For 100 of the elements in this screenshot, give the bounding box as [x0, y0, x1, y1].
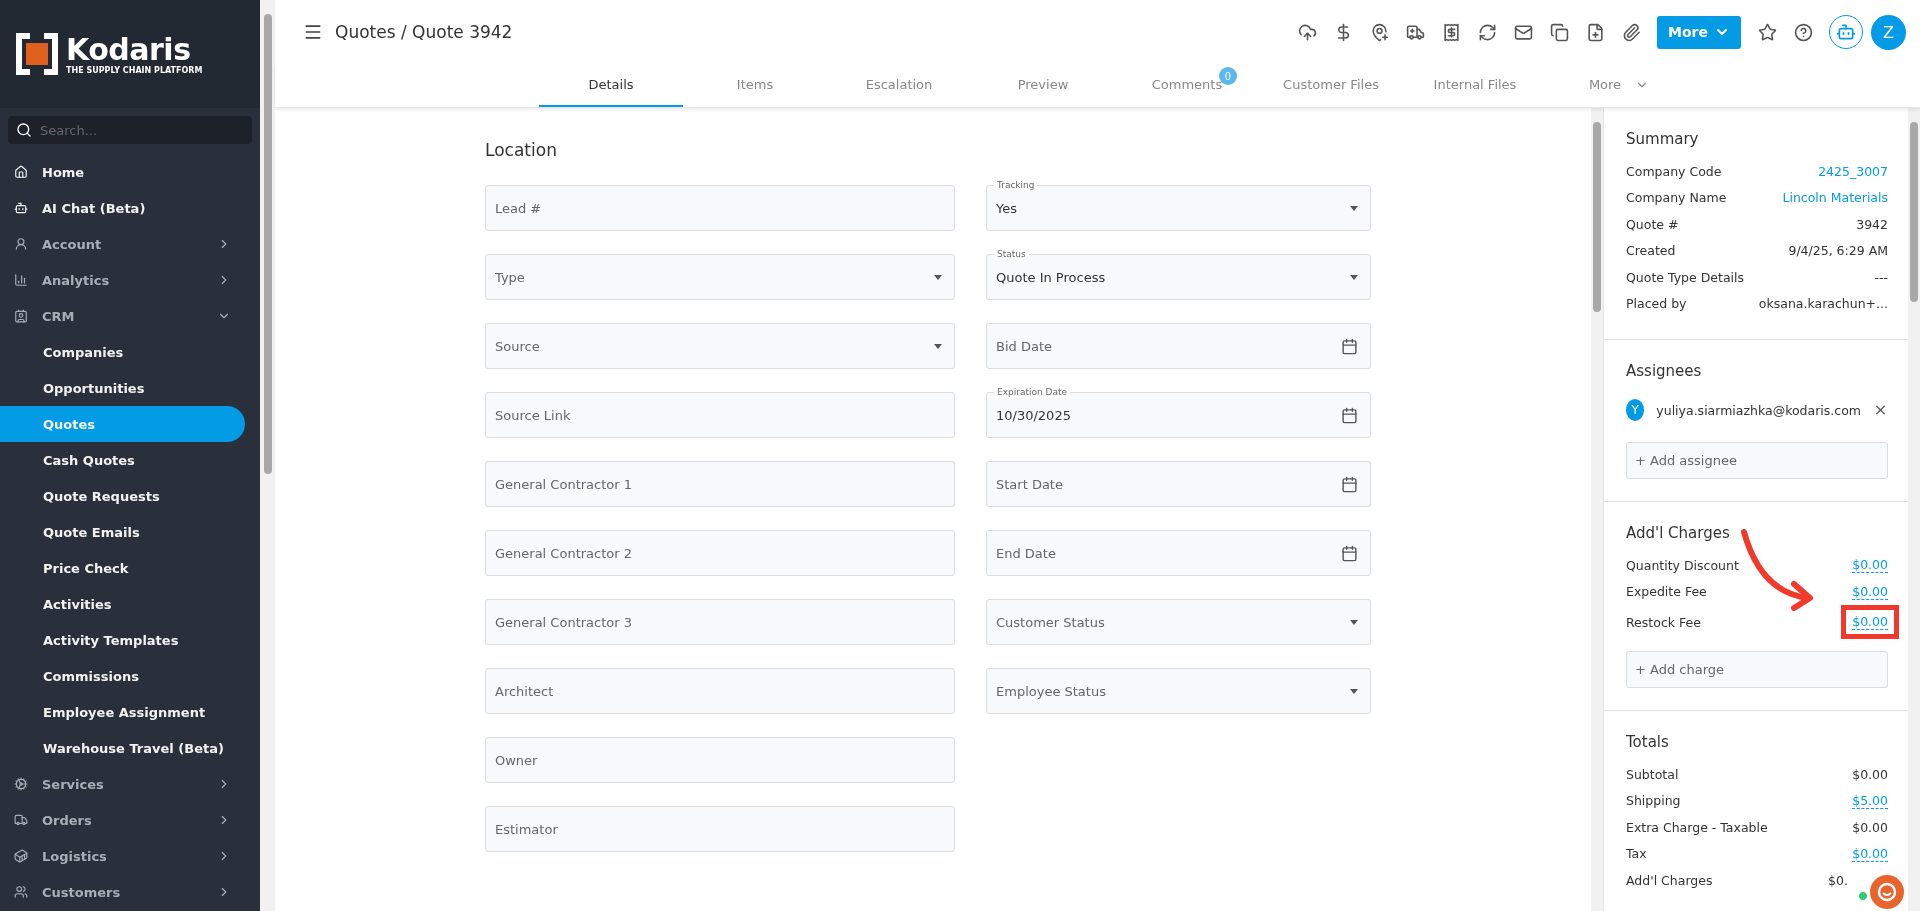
nav-icon [14, 813, 28, 827]
nav-icon [14, 885, 28, 899]
input-field[interactable]: General Contractor 1 [485, 461, 955, 507]
nav-item[interactable]: Orders [0, 802, 245, 838]
row-link[interactable]: Lincoln Materials [1782, 190, 1888, 206]
date-field[interactable]: Start Date [986, 461, 1371, 507]
copy-icon[interactable] [1549, 22, 1569, 42]
tab[interactable]: Internal Files [1403, 64, 1547, 107]
nav-subitem[interactable]: Cash Quotes [0, 442, 245, 478]
tab[interactable]: Items [683, 64, 827, 107]
robot-icon [1836, 22, 1856, 42]
input-field[interactable]: + Add charge [1626, 651, 1888, 688]
tab[interactable]: More [1547, 64, 1691, 107]
help-icon[interactable] [1793, 22, 1813, 42]
calendar-icon [1341, 406, 1358, 424]
row-link[interactable]: $5.00 [1852, 792, 1888, 809]
row-value: 3942 [1856, 216, 1888, 232]
nav-icon [14, 237, 28, 251]
select-field[interactable]: Employee Status [986, 668, 1371, 714]
tab[interactable]: Details [539, 64, 683, 107]
dropdown-caret-icon [1350, 205, 1358, 211]
tab[interactable]: Customer Files [1259, 64, 1403, 107]
input-field[interactable]: General Contractor 3 [485, 599, 955, 645]
cloud-upload-icon[interactable] [1297, 22, 1317, 42]
paperclip-icon[interactable] [1621, 22, 1641, 42]
input-field[interactable]: General Contractor 2 [485, 530, 955, 576]
select-field[interactable]: Source [485, 323, 955, 369]
nav-icon [14, 273, 28, 287]
dropdown-caret-icon [934, 343, 942, 349]
nav-item[interactable]: Account [0, 226, 245, 262]
input-field[interactable]: Estimator [485, 806, 955, 852]
field-label: Status [994, 248, 1029, 260]
row-value: 9/4/25, 6:29 AM [1788, 243, 1888, 259]
row-value: $0.00 [1852, 819, 1888, 835]
nav-subitem[interactable]: Opportunities [0, 370, 245, 406]
nav-icon [14, 849, 28, 863]
nav-item[interactable]: Home [0, 154, 245, 190]
nav-icon [14, 777, 28, 791]
count-badge: 0 [1219, 67, 1237, 85]
nav-item[interactable]: Logistics [0, 838, 245, 874]
file-plus-icon[interactable] [1585, 22, 1605, 42]
row-link[interactable]: $0.00 [1852, 845, 1888, 862]
row-link[interactable]: 2425_3007 [1818, 163, 1888, 179]
receipt-icon[interactable] [1441, 22, 1461, 42]
map-pin-icon[interactable] [1369, 22, 1389, 42]
field-label: Expiration Date [994, 386, 1071, 398]
refresh-icon[interactable] [1477, 22, 1497, 42]
mail-icon[interactable] [1513, 22, 1533, 42]
dropdown-caret-icon [1350, 619, 1358, 625]
input-field[interactable]: Source Link [485, 392, 955, 438]
tab[interactable]: Escalation [827, 64, 971, 107]
chat-button[interactable] [1870, 875, 1904, 909]
more-button[interactable]: More [1657, 15, 1741, 49]
scrollbar[interactable] [1908, 108, 1920, 911]
nav-item[interactable]: Services [0, 766, 245, 802]
nav-subitem[interactable]: Commissions [0, 658, 245, 694]
row-label: Quote Type Details [1626, 269, 1744, 285]
row-label: Add'l Charges [1626, 872, 1713, 888]
input-field[interactable]: Lead # [485, 185, 955, 231]
nav-icon [14, 201, 28, 215]
menu-icon[interactable] [303, 22, 323, 42]
search-icon [16, 122, 32, 138]
row-link[interactable]: $0.00 [1852, 557, 1888, 574]
row-link[interactable]: $0.00 [1852, 583, 1888, 600]
select-field[interactable]: Customer Status [986, 599, 1371, 645]
nav-item[interactable]: Customers [0, 874, 245, 910]
input-field[interactable]: Architect [485, 668, 955, 714]
logo-tagline: THE SUPPLY CHAIN PLATFORM [66, 65, 203, 75]
nav-subitem[interactable]: Quote Requests [0, 478, 245, 514]
section-title: Assignees [1626, 362, 1703, 380]
nav-subitem[interactable]: Employee Assignment [0, 694, 245, 730]
date-field[interactable]: Bid Date [986, 323, 1371, 369]
row-label: Extra Charge - Taxable [1626, 819, 1768, 835]
row-label: Tax [1626, 846, 1647, 862]
row-link[interactable]: $0.00 [1852, 614, 1888, 630]
nav-subitem[interactable]: Warehouse Travel (Beta) [0, 730, 245, 766]
nav-subitem[interactable]: Quote Emails [0, 514, 245, 550]
row-label: Company Code [1626, 163, 1722, 179]
nav-item[interactable]: Analytics [0, 262, 245, 298]
nav-subitem[interactable]: Price Check [0, 550, 245, 586]
online-dot [1858, 891, 1868, 901]
date-field[interactable]: End Date [986, 530, 1371, 576]
select-field[interactable]: Type [485, 254, 955, 300]
truck-icon[interactable] [1405, 22, 1425, 42]
nav-subitem[interactable]: Companies [0, 334, 245, 370]
user-avatar[interactable]: Z [1871, 14, 1906, 50]
input-field[interactable]: + Add assignee [1626, 442, 1888, 479]
scrollbar[interactable] [1591, 108, 1603, 911]
section-title: Summary [1626, 130, 1700, 148]
nav-item[interactable]: AI Chat (Beta) [0, 190, 245, 226]
row-label: Expedite Fee [1626, 584, 1707, 600]
tab[interactable]: Preview [971, 64, 1115, 107]
dropdown-caret-icon [1350, 688, 1358, 694]
scrollbar[interactable] [260, 0, 275, 911]
row-label: Shipping [1626, 793, 1681, 809]
nav-subitem[interactable]: Activity Templates [0, 622, 245, 658]
star-icon[interactable] [1757, 22, 1777, 42]
input-field[interactable]: Owner [485, 737, 955, 783]
nav-item[interactable]: CRM [0, 298, 245, 334]
nav-subitem[interactable]: Activities [0, 586, 245, 622]
